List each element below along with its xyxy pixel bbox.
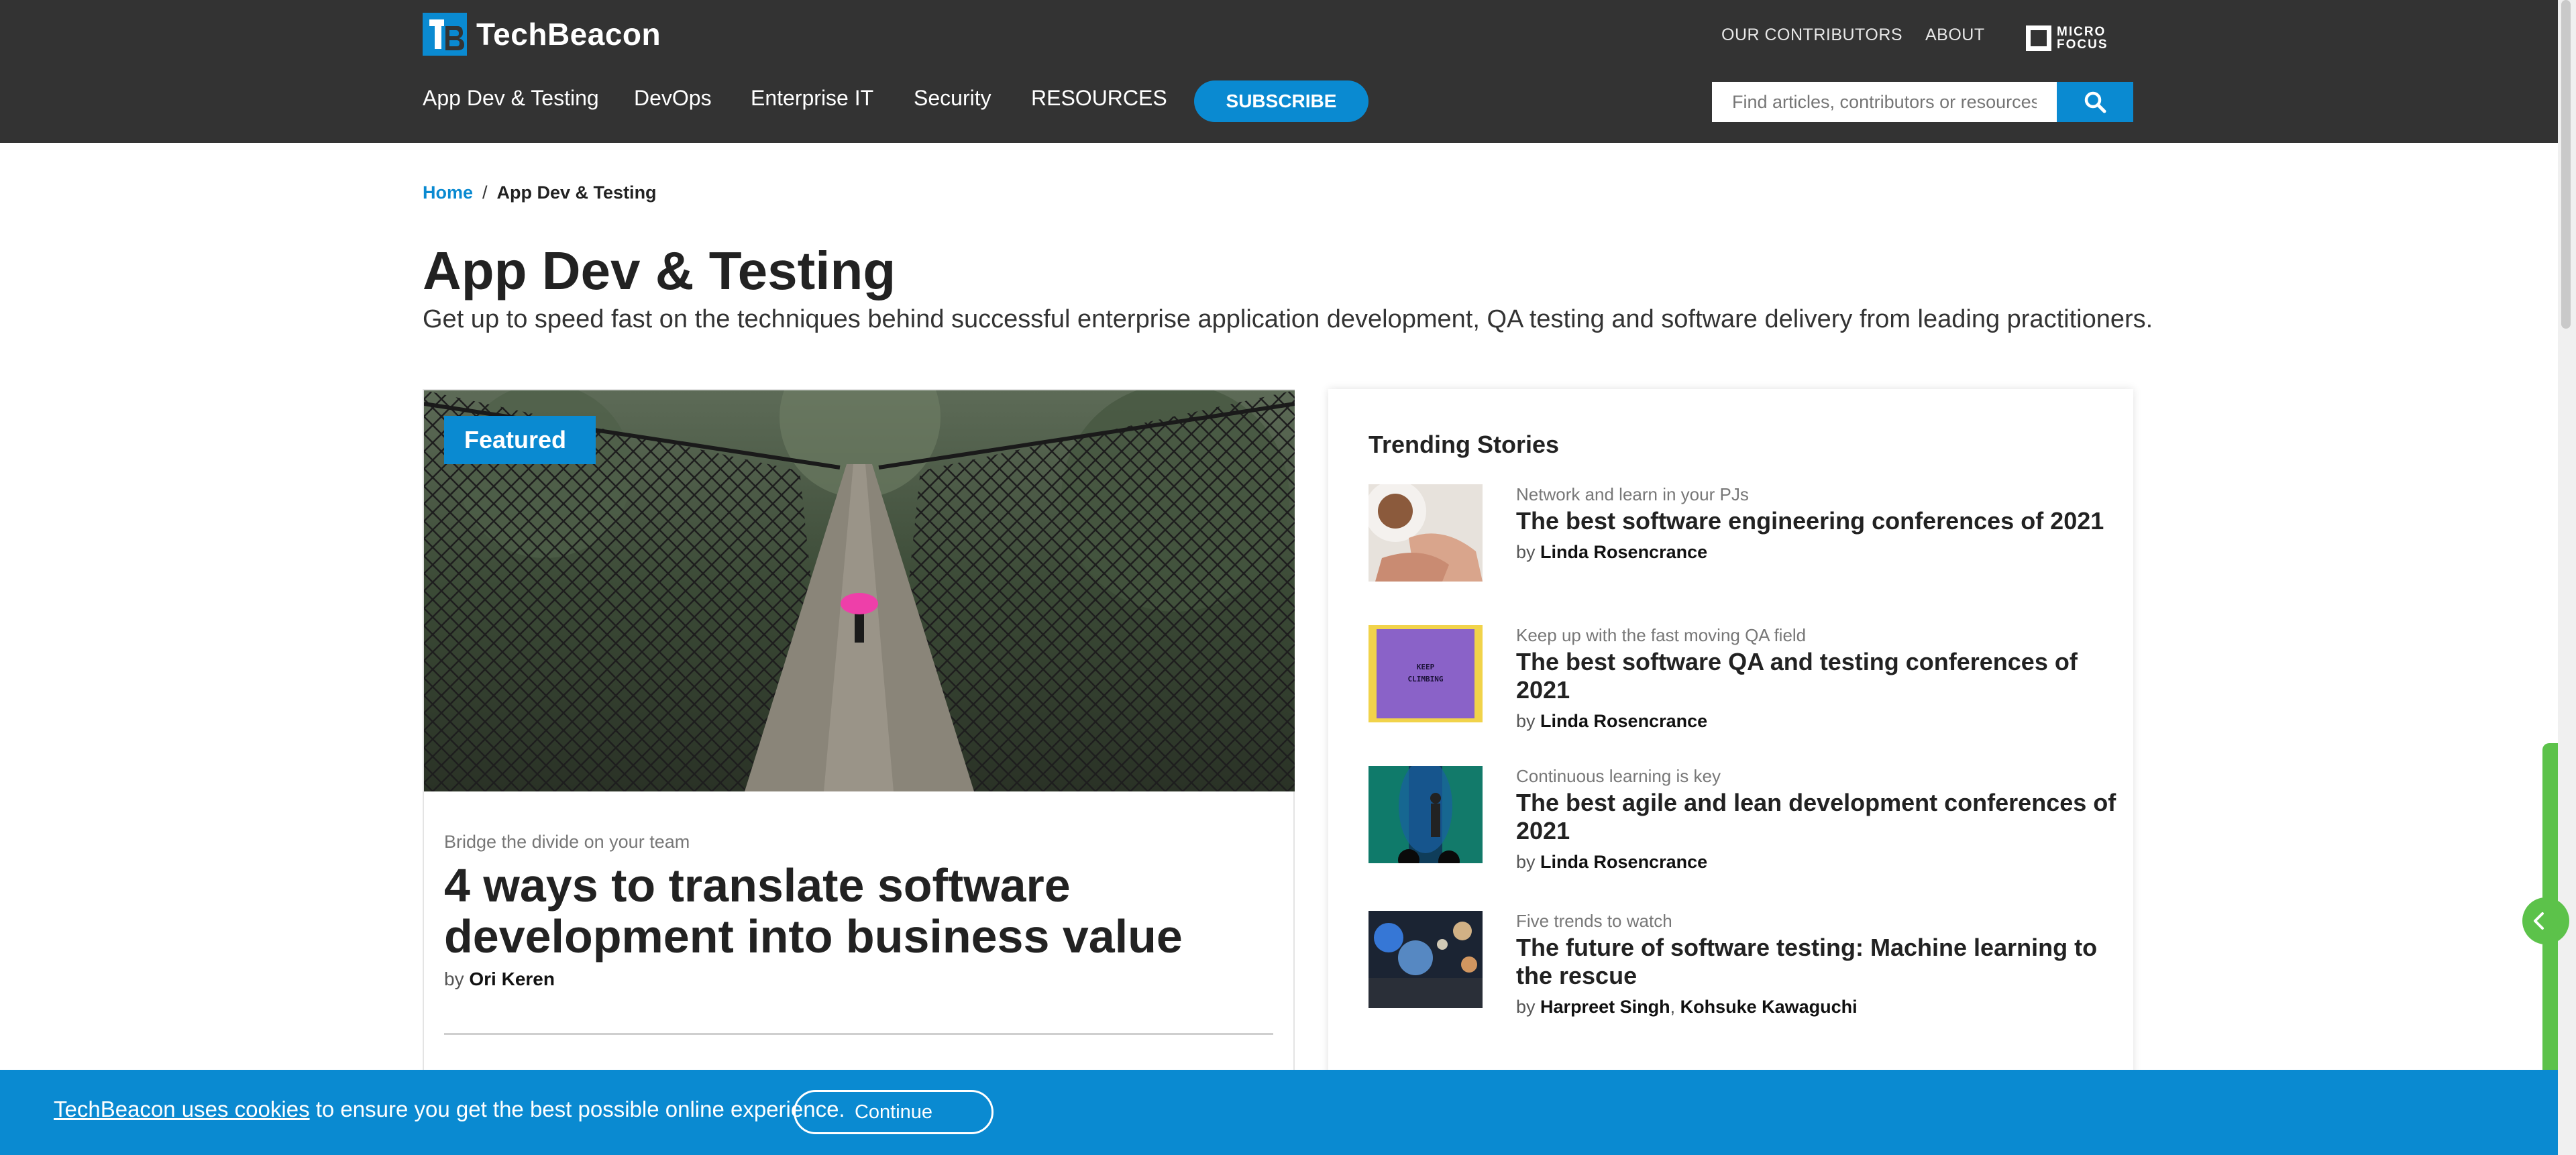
micro-focus-text-line1: MICRO	[2057, 25, 2106, 39]
byline-prefix: by	[1516, 542, 1536, 562]
side-panel-toggle[interactable]	[2522, 897, 2569, 944]
featured-divider	[444, 1033, 1273, 1035]
techbeacon-logo-icon	[423, 13, 467, 56]
scrollbar-thumb[interactable]	[2561, 0, 2571, 329]
featured-kicker: Bridge the divide on your team	[444, 832, 690, 852]
featured-article-card[interactable]: Featured Bridge the divide on your team …	[423, 389, 1295, 1127]
about-link[interactable]: ABOUT	[1925, 25, 1985, 45]
chevron-left-icon	[2534, 912, 2544, 930]
breadcrumb: Home / App Dev & Testing	[423, 182, 657, 203]
breadcrumb-current: App Dev & Testing	[496, 182, 657, 203]
trending-kicker: Keep up with the fast moving QA field	[1516, 625, 1807, 645]
featured-byline: by Ori Keren	[444, 969, 555, 990]
nav-security[interactable]: Security	[914, 86, 991, 111]
trending-thumbnail-1[interactable]	[1368, 484, 1483, 582]
trending-stories-panel: Trending Stories Network and learn in yo…	[1328, 389, 2133, 1127]
page-title: App Dev & Testing	[423, 241, 896, 300]
breadcrumb-separator: /	[482, 182, 488, 203]
nav-enterprise-it[interactable]: Enterprise IT	[751, 86, 873, 111]
search-button[interactable]	[2057, 82, 2133, 122]
featured-badge: Featured	[444, 416, 596, 464]
trending-byline: by Linda Rosencrance	[1516, 542, 2120, 563]
trending-title-link[interactable]: The future of software testing: Machine …	[1516, 934, 2120, 990]
trending-thumbnail-4[interactable]	[1368, 911, 1483, 1008]
byline-prefix: by	[1516, 711, 1536, 731]
cookie-consent-bar: TechBeacon uses cookies to ensure you ge…	[0, 1070, 2558, 1155]
site-header: TechBeacon OUR CONTRIBUTORS ABOUT MICRO …	[0, 0, 2558, 143]
techbeacon-logo[interactable]: TechBeacon	[423, 12, 661, 56]
svg-text:KEEP: KEEP	[1417, 663, 1435, 671]
our-contributors-link[interactable]: OUR CONTRIBUTORS	[1721, 25, 1902, 45]
cookie-message-text: to ensure you get the best possible onli…	[309, 1097, 845, 1121]
micro-focus-logo[interactable]: MICRO FOCUS	[2026, 24, 2108, 52]
trending-title-link[interactable]: The best software QA and testing confere…	[1516, 648, 2120, 704]
byline-prefix: by	[444, 969, 464, 989]
featured-article-image[interactable]: Featured	[424, 390, 1295, 791]
search-icon	[2084, 91, 2106, 113]
cookie-message: TechBeacon uses cookies to ensure you ge…	[54, 1097, 845, 1122]
search-input[interactable]	[1712, 82, 2057, 122]
trending-author-link[interactable]: Kohsuke Kawaguchi	[1680, 997, 1858, 1017]
micro-focus-logo-icon	[2026, 25, 2051, 51]
author-separator: ,	[1670, 997, 1676, 1017]
featured-headline-link[interactable]: 4 ways to translate software development…	[444, 860, 1276, 962]
trending-byline: by Linda Rosencrance	[1516, 852, 2120, 873]
nav-resources[interactable]: RESOURCES	[1031, 86, 1167, 111]
byline-prefix: by	[1516, 997, 1536, 1017]
trending-author-link[interactable]: Linda Rosencrance	[1540, 542, 1707, 562]
trending-thumbnail-3[interactable]	[1368, 766, 1483, 863]
micro-focus-text-line2: FOCUS	[2057, 38, 2108, 52]
featured-author-link[interactable]: Ori Keren	[469, 969, 555, 989]
trending-author-link[interactable]: Linda Rosencrance	[1540, 852, 1707, 872]
trending-byline: by Harpreet Singh, Kohsuke Kawaguchi	[1516, 997, 2120, 1018]
trending-title-link[interactable]: The best software engineering conference…	[1516, 507, 2120, 535]
breadcrumb-home-link[interactable]: Home	[423, 182, 473, 203]
trending-author-link[interactable]: Linda Rosencrance	[1540, 711, 1707, 731]
nav-app-dev-testing[interactable]: App Dev & Testing	[423, 86, 599, 111]
trending-byline: by Linda Rosencrance	[1516, 711, 2120, 732]
page-description: Get up to speed fast on the techniques b…	[423, 305, 2153, 333]
svg-text:CLIMBING: CLIMBING	[1408, 675, 1444, 683]
cookie-continue-button[interactable]: Continue	[794, 1090, 994, 1134]
trending-heading: Trending Stories	[1368, 431, 1560, 458]
trending-title-link[interactable]: The best agile and lean development conf…	[1516, 789, 2120, 845]
trending-thumbnail-2[interactable]: KEEP CLIMBING	[1368, 625, 1483, 722]
cookie-policy-link[interactable]: TechBeacon uses cookies	[54, 1097, 310, 1121]
trending-author-link[interactable]: Harpreet Singh	[1540, 997, 1670, 1017]
trending-kicker: Network and learn in your PJs	[1516, 484, 1749, 504]
subscribe-button[interactable]: SUBSCRIBE	[1194, 80, 1368, 122]
logo-text: TechBeacon	[476, 17, 661, 52]
byline-prefix: by	[1516, 852, 1536, 872]
trending-kicker: Continuous learning is key	[1516, 766, 1721, 786]
trending-kicker: Five trends to watch	[1516, 911, 1672, 931]
nav-devops[interactable]: DevOps	[634, 86, 712, 111]
